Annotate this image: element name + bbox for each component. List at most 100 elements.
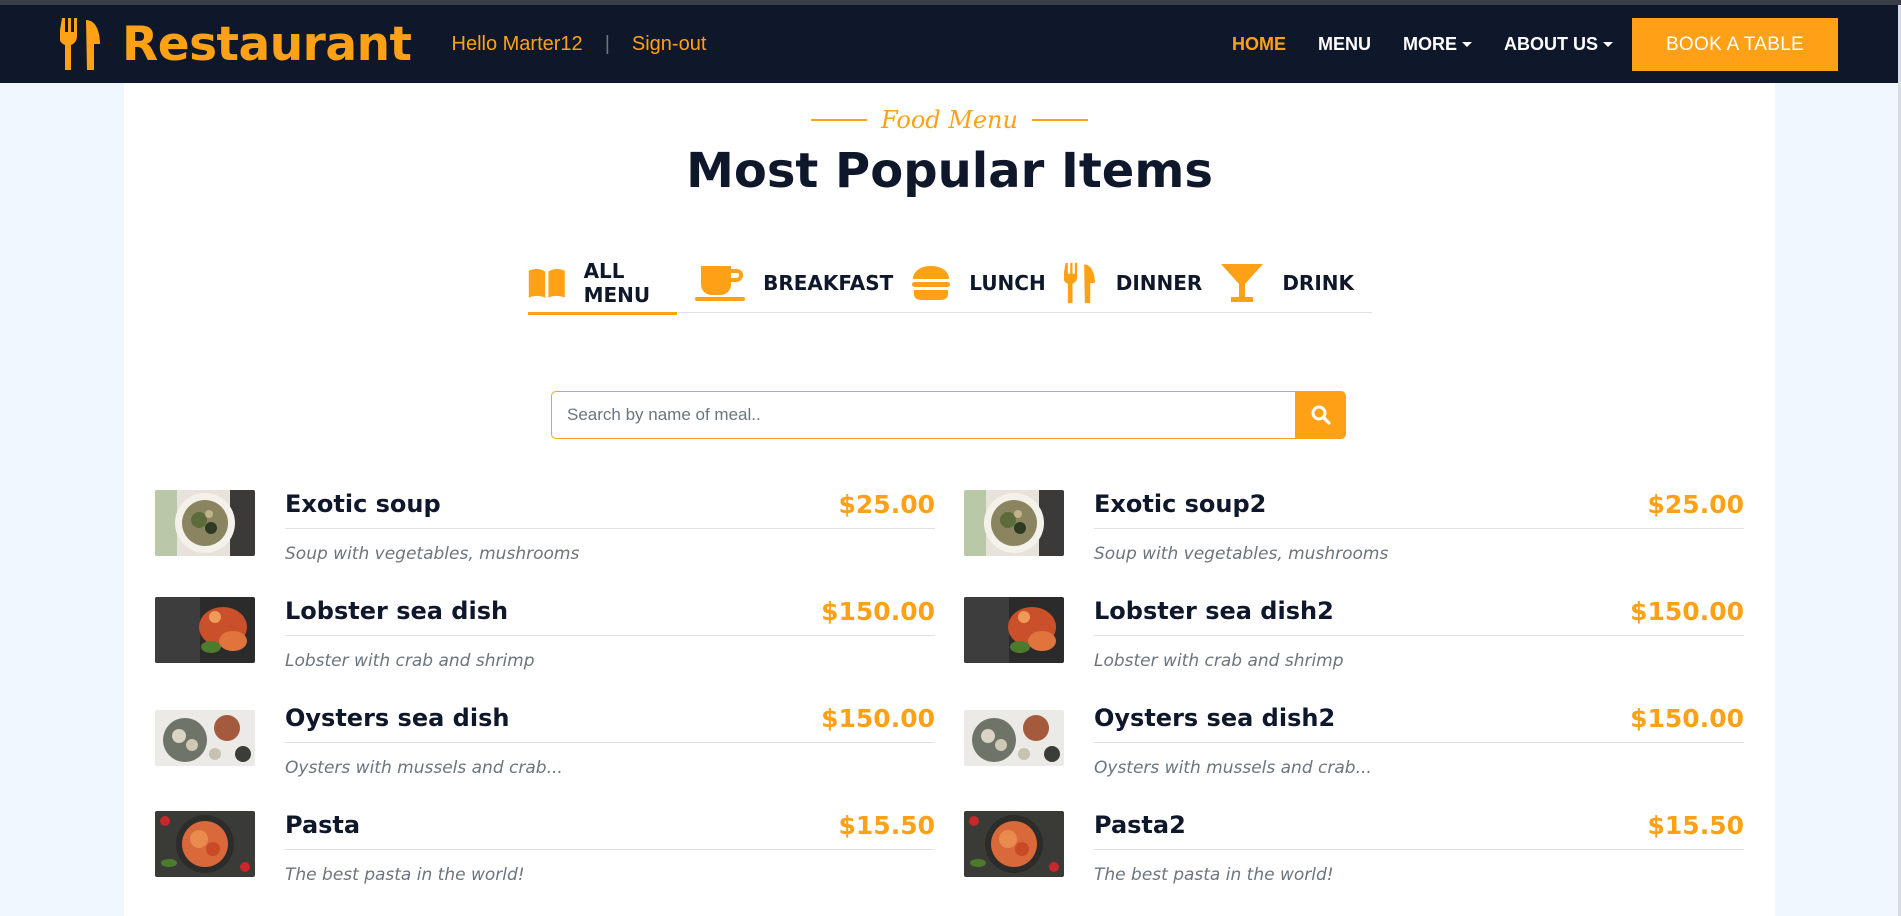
nav-more-label: MORE [1403,33,1457,54]
section-subtitle-row: Food Menu [124,106,1775,134]
menu-item-image [964,490,1064,556]
nav-home[interactable]: HOME [1232,34,1286,55]
search-icon [1311,405,1331,425]
menu-item[interactable]: Lobster sea dish2 $150.00 Lobster with c… [964,597,1744,704]
menu-item-description: Lobster with crab and shrimp [1094,651,1344,671]
soup-photo [155,490,255,556]
nav-more-dropdown[interactable]: MORE [1403,34,1472,55]
menu-item-description: Lobster with crab and shrimp [285,651,535,671]
tab-dinner[interactable]: DINNER [1063,253,1203,313]
subtitle-line-left [811,119,868,121]
menu-item-description: The best pasta in the world! [285,865,525,885]
book-table-button[interactable]: BOOK A TABLE [1632,18,1838,71]
user-greeting: Hello Marter12 [451,32,583,55]
sign-out-link[interactable]: Sign-out [632,33,707,56]
brand[interactable]: Restaurant [60,17,412,72]
menu-item-name: Lobster sea dish [285,597,509,625]
utensils-icon [1063,262,1095,303]
menu-item-image [964,710,1064,766]
soup-photo [964,490,1064,556]
menu-item-description: Soup with vegetables, mushrooms [1094,544,1389,564]
caret-down-icon [1603,41,1613,47]
search-input[interactable] [551,391,1295,439]
menu-panel: Food Menu Most Popular Items ALL MENU BR… [124,83,1775,916]
menu-item[interactable]: Lobster sea dish $150.00 Lobster with cr… [155,597,935,704]
user-separator: | [604,32,610,55]
menu-item-description: Soup with vegetables, mushrooms [285,544,580,564]
pasta-photo [964,811,1064,877]
nav-about-dropdown[interactable]: ABOUT US [1504,34,1613,55]
menu-item-name: Lobster sea dish2 [1094,597,1334,625]
section-subtitle: Food Menu [881,106,1018,134]
divider [285,528,935,529]
menu-item-price: $150.00 [821,597,935,626]
menu-item-price: $15.50 [1647,811,1744,840]
tab-dinner-label: DINNER [1115,270,1203,295]
search-button[interactable] [1295,391,1346,439]
menu-item[interactable]: Oysters sea dish2 $150.00 Oysters with m… [964,704,1744,811]
menu-item-image [155,811,255,877]
book-icon [528,268,565,298]
nav-menu[interactable]: MENU [1318,34,1371,55]
nav-about-label: ABOUT US [1504,33,1598,54]
nav-home-label: HOME [1232,33,1286,54]
coffee-icon [695,265,746,301]
menu-item-image [964,811,1064,877]
tab-drink[interactable]: DRINK [1220,253,1354,313]
menu-tabs: ALL MENU BREAKFAST LUNCH DINNER DRINK [528,253,1372,315]
subtitle-line-right [1031,119,1088,121]
divider [285,742,935,743]
nav-links: HOME MENU MORE ABOUT US [1232,5,1645,83]
oysters-photo [964,710,1064,766]
menu-item-name: Exotic soup2 [1094,490,1267,518]
tab-breakfast[interactable]: BREAKFAST [695,253,893,313]
lobster-photo [155,597,255,663]
menu-item[interactable]: Oysters sea dish $150.00 Oysters with mu… [155,704,935,811]
divider [1094,742,1744,743]
brand-name: Restaurant [122,16,412,72]
menu-item-image [155,710,255,766]
menu-item-price: $25.00 [838,490,935,519]
menu-item-image [155,490,255,556]
menu-item-price: $150.00 [1630,704,1744,733]
tab-drink-label: DRINK [1282,270,1354,295]
menu-item-name: Pasta2 [1094,811,1186,839]
menu-item-price: $150.00 [1630,597,1744,626]
menu-item-name: Oysters sea dish [285,704,510,732]
menu-item-description: Oysters with mussels and crab... [285,758,563,778]
menu-item-name: Exotic soup [285,490,441,518]
meal-search [551,391,1346,439]
oysters-photo [155,710,255,766]
divider [1094,528,1744,529]
menu-item-description: Oysters with mussels and crab... [1094,758,1372,778]
tab-all-menu-label: ALL MENU [583,258,651,307]
section-title: Most Popular Items [686,143,1213,199]
lobster-photo [964,597,1064,663]
menu-item-image [964,597,1064,663]
menu-item-image [155,597,255,663]
menu-items-grid: Exotic soup $25.00 Soup with vegetables,… [155,490,1744,916]
pasta-photo [155,811,255,877]
tab-all-menu[interactable]: ALL MENU [528,253,678,315]
menu-item[interactable]: Exotic soup2 $25.00 Soup with vegetables… [964,490,1744,597]
menu-item[interactable]: Pasta $15.50 The best pasta in the world… [155,811,935,916]
cocktail-icon [1221,263,1264,302]
menu-item[interactable]: Exotic soup $25.00 Soup with vegetables,… [155,490,935,597]
menu-item-description: The best pasta in the world! [1094,865,1334,885]
hamburger-icon [912,265,951,300]
divider [1094,849,1744,850]
menu-item[interactable]: Pasta2 $15.50 The best pasta in the worl… [964,811,1744,916]
divider [285,849,935,850]
caret-down-icon [1462,41,1472,47]
menu-item-price: $15.50 [838,811,935,840]
divider [1094,635,1744,636]
divider [285,635,935,636]
user-area: Hello Marter12 | Sign-out [452,33,707,56]
menu-item-price: $150.00 [821,704,935,733]
menu-item-name: Oysters sea dish2 [1094,704,1336,732]
nav-menu-label: MENU [1318,33,1371,54]
menu-item-name: Pasta [285,811,361,839]
utensils-icon [60,18,100,70]
tab-breakfast-label: BREAKFAST [763,270,894,295]
tab-lunch[interactable]: LUNCH [911,253,1046,313]
